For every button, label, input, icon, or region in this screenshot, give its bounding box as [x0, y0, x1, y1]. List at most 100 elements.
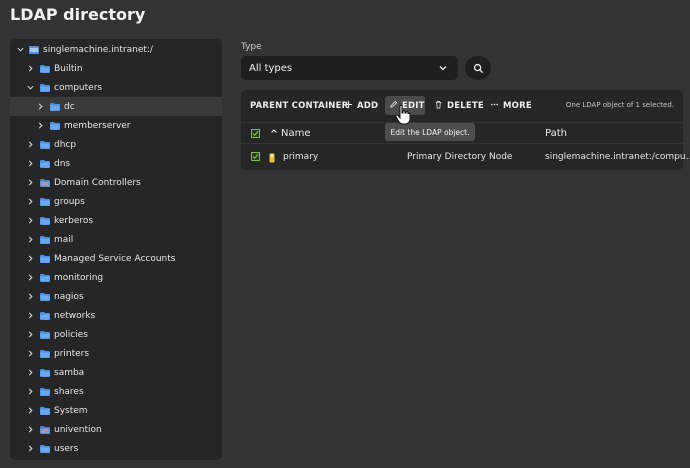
container-icon [50, 121, 60, 130]
tree-item-label: univention [54, 424, 102, 435]
chevron-right-icon[interactable] [26, 217, 34, 225]
tree-item-managed-service-accounts[interactable]: Managed Service Accounts [10, 249, 222, 268]
tree-item-groups[interactable]: groups [10, 192, 222, 211]
container-icon [40, 254, 50, 263]
chevron-right-icon[interactable] [26, 407, 34, 415]
tree-item-shares[interactable]: shares [10, 382, 222, 401]
delete-label: DELETE [447, 100, 484, 111]
chevron-right-icon[interactable] [26, 160, 34, 168]
sort-asc-icon[interactable] [270, 127, 278, 138]
tree-item-univention[interactable]: univention [10, 420, 222, 439]
tree-item-networks[interactable]: networks [10, 306, 222, 325]
tree-item-domain-controllers[interactable]: Domain Controllers [10, 173, 222, 192]
chevron-right-icon[interactable] [26, 274, 34, 282]
container-icon [40, 330, 50, 339]
tree-item-label: dhcp [54, 139, 77, 150]
more-dots-icon [490, 100, 503, 112]
tree-item-label: monitoring [54, 272, 104, 283]
more-label: MORE [503, 100, 532, 111]
grid-toolbar: PARENT CONTAINER ADD EDIT DELETE MORE On… [241, 90, 683, 120]
tree-item-label: kerberos [54, 215, 94, 226]
tree-item-kerberos[interactable]: kerberos [10, 211, 222, 230]
parent-container-button[interactable]: PARENT CONTAINER [250, 96, 348, 115]
type-label: Type [241, 42, 262, 52]
add-button[interactable]: ADD [344, 96, 378, 115]
tree-item-label: samba [54, 367, 85, 378]
tree-item-memberserver[interactable]: memberserver [10, 116, 222, 135]
chevron-right-icon[interactable] [26, 198, 34, 206]
selection-status: One LDAP object of 1 selected. [565, 101, 674, 109]
tree-item-dns[interactable]: dns [10, 154, 222, 173]
chevron-down-icon [438, 63, 448, 73]
chevron-right-icon[interactable] [26, 236, 34, 244]
tree-item-label: Domain Controllers [54, 177, 141, 188]
plus-icon [344, 100, 357, 112]
chevron-right-icon[interactable] [26, 179, 34, 187]
chevron-right-icon[interactable] [26, 350, 34, 358]
more-button[interactable]: MORE [490, 96, 532, 115]
type-select[interactable]: All types [241, 56, 458, 80]
tree-item-policies[interactable]: policies [10, 325, 222, 344]
type-select-value: All types [249, 62, 293, 74]
tree-item-dc[interactable]: dc [10, 97, 222, 116]
tree-item-computers[interactable]: computers [10, 78, 222, 97]
tree-item-nagios[interactable]: nagios [10, 287, 222, 306]
container-icon [40, 216, 50, 225]
tree-item-builtin[interactable]: Builtin [10, 59, 222, 78]
chevron-right-icon[interactable] [36, 103, 44, 111]
chevron-right-icon[interactable] [26, 65, 34, 73]
container-icon [40, 64, 50, 73]
tree-item-printers[interactable]: printers [10, 344, 222, 363]
tree-item-label: Managed Service Accounts [54, 253, 176, 264]
tree-item-monitoring[interactable]: monitoring [10, 268, 222, 287]
row-name[interactable]: primary [283, 152, 318, 162]
column-header-name[interactable]: Name [281, 128, 311, 139]
container-icon [40, 159, 50, 168]
tree-item-label: Builtin [54, 63, 83, 74]
ldap-tree: singlemachine.intranet:/ Builtin computer… [10, 39, 222, 460]
chevron-right-icon[interactable] [26, 255, 34, 263]
chevron-right-icon[interactable] [26, 388, 34, 396]
chevron-right-icon[interactable] [26, 293, 34, 301]
select-all-checkbox[interactable] [251, 129, 260, 138]
chevron-right-icon[interactable] [26, 445, 34, 453]
container-icon [40, 140, 50, 149]
row-checkbox[interactable] [251, 152, 260, 161]
computer-dc-icon [269, 153, 275, 166]
search-button[interactable] [465, 56, 491, 80]
domain-icon [29, 45, 39, 54]
chevron-right-icon[interactable] [26, 369, 34, 377]
container-icon [40, 235, 50, 244]
tree-item-users[interactable]: users [10, 439, 222, 458]
tree-item-label: groups [54, 196, 85, 207]
chevron-down-icon[interactable] [26, 84, 34, 92]
chevron-right-icon[interactable] [36, 122, 44, 130]
tree-item-label: networks [54, 310, 96, 321]
container-icon [40, 311, 50, 320]
delete-button[interactable]: DELETE [434, 96, 484, 115]
tree-root-label: singlemachine.intranet:/ [43, 44, 153, 55]
chevron-right-icon[interactable] [26, 312, 34, 320]
chevron-right-icon[interactable] [26, 141, 34, 149]
tree-item-label: nagios [54, 291, 84, 302]
tree-item-label: shares [54, 386, 84, 397]
container-icon [40, 387, 50, 396]
column-header-path[interactable]: Path [545, 128, 567, 139]
parent-container-label: PARENT CONTAINER [250, 100, 349, 111]
table-row[interactable]: primary Primary Directory Node singlemac… [241, 148, 690, 168]
row-type: Primary Directory Node [407, 152, 513, 162]
tree-item-samba[interactable]: samba [10, 363, 222, 382]
tree-root[interactable]: singlemachine.intranet:/ [10, 40, 222, 59]
chevron-right-icon[interactable] [26, 331, 34, 339]
tree-item-system[interactable]: System [10, 401, 222, 420]
tree-item-mail[interactable]: mail [10, 230, 222, 249]
row-path: singlemachine.intranet:/compu... [545, 152, 690, 162]
tree-item-dhcp[interactable]: dhcp [10, 135, 222, 154]
container-icon [40, 406, 50, 415]
tree-item-label: computers [54, 82, 103, 93]
chevron-right-icon[interactable] [26, 426, 34, 434]
tree-item-label: printers [54, 348, 90, 359]
tree-item-label: users [54, 443, 79, 454]
container-icon [40, 444, 50, 453]
chevron-down-icon[interactable] [16, 46, 24, 54]
